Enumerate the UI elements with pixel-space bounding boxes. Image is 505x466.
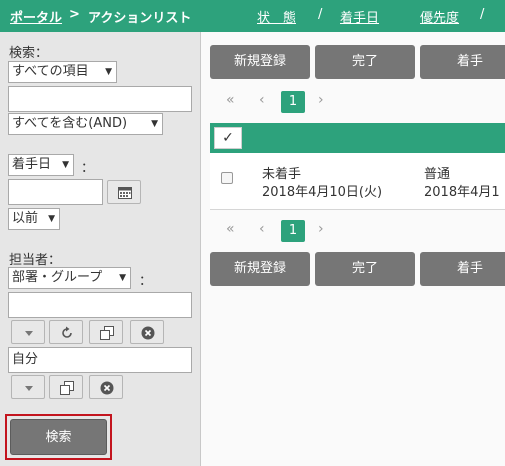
page-title: アクションリスト (88, 11, 192, 26)
copy-icon (60, 381, 74, 395)
new-button[interactable]: 新規登録 (210, 45, 310, 79)
chevron-down-icon: ▼ (105, 67, 112, 77)
cell-other-date: 2018年4月1 (424, 185, 500, 200)
date-mode-select[interactable]: 以前 ▼ (8, 208, 60, 230)
copy-icon (100, 326, 114, 340)
calendar-button[interactable] (107, 180, 141, 204)
cell-priority: 普通 (424, 167, 451, 182)
assignee-colon: ： (139, 274, 153, 289)
assignee-type-select[interactable]: 部署・グループ ▼ (8, 267, 131, 289)
start-button[interactable]: 着手 (420, 252, 505, 286)
chevron-down-icon: ▼ (62, 160, 69, 170)
column-start-date[interactable]: 着手日 (340, 7, 379, 26)
column-priority[interactable]: 優先度 (420, 7, 459, 26)
assignee-label: 担当者： (9, 253, 62, 268)
calendar-icon (118, 187, 132, 199)
assignee-value-field[interactable]: 自分 (8, 347, 192, 373)
close-circle-icon (100, 381, 114, 395)
match-mode-select[interactable]: すべてを含む(AND) ▼ (8, 113, 163, 135)
assignee-value-dropdown-button[interactable] (11, 375, 45, 399)
breadcrumb-separator: > (69, 7, 80, 22)
select-all-checkbox[interactable]: ✓ (214, 127, 242, 149)
breadcrumb-portal-link[interactable]: ポータル (10, 7, 62, 26)
first-page-button[interactable]: « (226, 92, 235, 108)
start-button[interactable]: 着手 (420, 45, 505, 79)
header-separator: / (480, 7, 485, 22)
date-field-select[interactable]: 着手日 ▼ (8, 154, 74, 176)
refresh-icon (62, 326, 72, 338)
chevron-down-icon: ▼ (48, 214, 55, 224)
cell-status: 未着手 (262, 167, 302, 182)
search-target-select[interactable]: すべての項目 ▼ (8, 61, 117, 83)
assignee-text-input[interactable] (8, 292, 192, 318)
assignee-dropdown-button[interactable] (11, 320, 45, 344)
caret-down-icon (25, 331, 33, 336)
main-content (201, 32, 505, 466)
chevron-down-icon: ▼ (151, 119, 158, 129)
current-page[interactable]: 1 (281, 220, 305, 242)
caret-down-icon (25, 386, 33, 391)
date-input[interactable] (8, 179, 103, 205)
current-page[interactable]: 1 (281, 91, 305, 113)
cell-start-date: 2018年4月10日(火) (262, 185, 383, 200)
header-separator: / (318, 7, 323, 22)
date-colon: ： (81, 161, 95, 176)
column-status[interactable]: 状 態 (257, 7, 296, 26)
next-page-button[interactable]: › (318, 92, 324, 108)
new-button[interactable]: 新規登録 (210, 252, 310, 286)
first-page-button[interactable]: « (226, 221, 235, 237)
done-button[interactable]: 完了 (315, 252, 415, 286)
search-text-input[interactable] (8, 86, 192, 112)
next-page-button[interactable]: › (318, 221, 324, 237)
prev-page-button[interactable]: ‹ (259, 92, 265, 108)
prev-page-button[interactable]: ‹ (259, 221, 265, 237)
search-label: 検索： (9, 46, 49, 61)
table-header (210, 123, 505, 153)
reset-button[interactable] (49, 320, 83, 344)
copy-button[interactable] (89, 320, 123, 344)
assignee-value-clear-button[interactable] (89, 375, 123, 399)
chevron-down-icon: ▼ (119, 273, 126, 283)
clear-button[interactable] (130, 320, 164, 344)
done-button[interactable]: 完了 (315, 45, 415, 79)
search-button[interactable]: 検索 (10, 419, 107, 455)
row-checkbox[interactable] (221, 172, 233, 184)
close-circle-icon (141, 326, 155, 340)
assignee-value-copy-button[interactable] (49, 375, 83, 399)
